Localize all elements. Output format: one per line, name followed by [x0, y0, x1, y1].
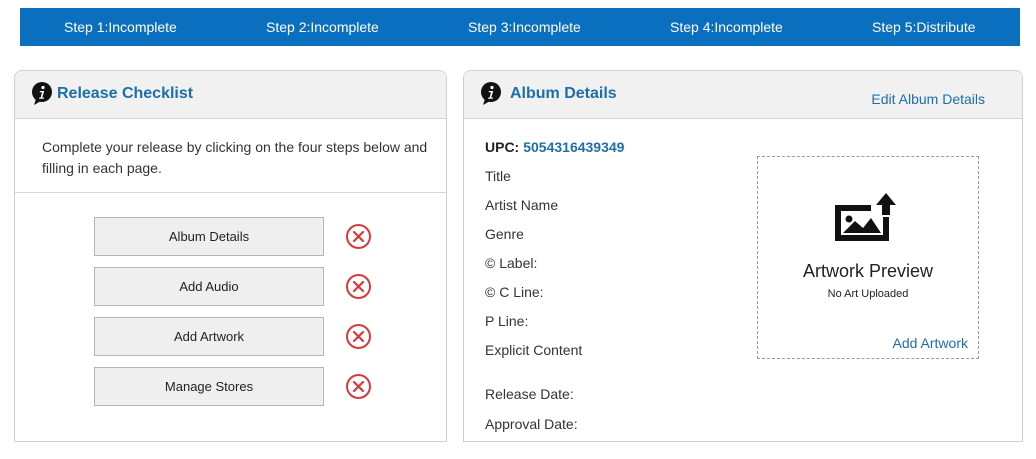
- x-circle-icon: [346, 274, 371, 299]
- release-checklist-header: Release Checklist: [15, 71, 446, 119]
- manage-stores-button[interactable]: Manage Stores: [94, 367, 324, 406]
- step-4[interactable]: Step 4:Incomplete: [670, 19, 783, 35]
- step-1[interactable]: Step 1:Incomplete: [64, 19, 177, 35]
- release-date-label: Release Date:: [485, 386, 574, 402]
- upc-label: UPC:: [485, 139, 520, 155]
- artwork-preview-title: Artwork Preview: [802, 261, 934, 281]
- artist-name-field-label: Artist Name: [485, 197, 559, 213]
- p-line-field-label: P Line:: [485, 313, 529, 329]
- upc-value: 5054316439349: [523, 139, 625, 155]
- c-line-field-label: © C Line:: [485, 284, 544, 300]
- info-icon: [32, 82, 52, 105]
- album-details-panel: Album Details Edit Album Details UPC: 505…: [463, 70, 1023, 442]
- release-checklist-panel: Release Checklist Complete your release …: [14, 70, 447, 442]
- x-circle-icon: [346, 224, 371, 249]
- checklist-divider: [15, 192, 446, 193]
- approval-date-label: Approval Date:: [485, 416, 578, 432]
- step-3[interactable]: Step 3:Incomplete: [468, 19, 581, 35]
- add-artwork-link[interactable]: Add Artwork: [893, 335, 968, 351]
- artwork-status: No Art Uploaded: [827, 288, 909, 300]
- x-circle-icon: [346, 324, 371, 349]
- upc-field: UPC: 5054316439349: [485, 139, 624, 155]
- add-artwork-button[interactable]: Add Artwork: [94, 317, 324, 356]
- step-2[interactable]: Step 2:Incomplete: [266, 19, 379, 35]
- genre-field-label: Genre: [485, 226, 524, 242]
- x-circle-icon: [346, 374, 371, 399]
- label-field-label: © Label:: [485, 255, 538, 271]
- album-details-button[interactable]: Album Details: [94, 217, 324, 256]
- step-5[interactable]: Step 5:Distribute: [872, 19, 976, 35]
- checklist-description: Complete your release by clicking on the…: [42, 139, 428, 176]
- artwork-preview-box: Artwork Preview No Art Uploaded Add Artw…: [757, 156, 979, 359]
- image-upload-icon: [835, 193, 896, 241]
- info-icon: [481, 82, 501, 105]
- album-details-header: Album Details Edit Album Details: [464, 71, 1022, 119]
- step-progress-bar: Step 1:Incomplete Step 2:Incomplete Step…: [20, 8, 1020, 46]
- album-details-title: Album Details: [510, 85, 617, 102]
- title-field-label: Title: [485, 168, 511, 184]
- edit-album-details-link[interactable]: Edit Album Details: [871, 91, 985, 107]
- release-checklist-title: Release Checklist: [57, 85, 194, 102]
- explicit-content-field-label: Explicit Content: [485, 342, 583, 358]
- add-audio-button[interactable]: Add Audio: [94, 267, 324, 306]
